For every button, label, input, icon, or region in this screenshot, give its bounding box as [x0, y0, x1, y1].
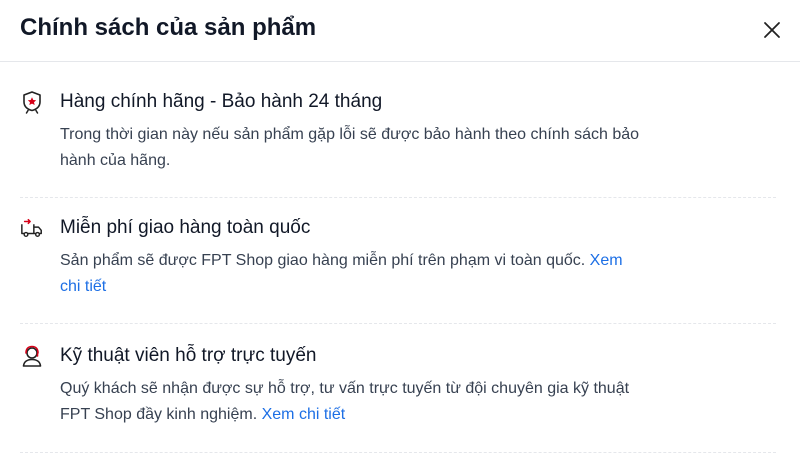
- policy-description: Sản phẩm sẽ được FPT Shop giao hàng miễn…: [20, 248, 776, 300]
- policy-desc-line: FPT Shop đầy kinh nghiệm.: [60, 406, 258, 423]
- policy-genuine: Hàng chính hãng - Bảo hành 24 tháng Tron…: [20, 88, 776, 174]
- divider: [20, 197, 776, 198]
- policy-free-shipping: Miễn phí giao hàng toàn quốc Sản phẩm sẽ…: [20, 214, 776, 300]
- support-agent-icon: [20, 344, 44, 368]
- policy-description: Quý khách sẽ nhận được sự hỗ trợ, tư vấn…: [20, 376, 776, 428]
- policy-online-support: Kỹ thuật viên hỗ trợ trực tuyến Quý khác…: [20, 342, 776, 428]
- policy-desc-line: Sản phẩm sẽ được FPT Shop giao hàng miễn…: [60, 252, 586, 269]
- divider: [20, 323, 776, 324]
- dialog-title: Chính sách của sản phẩm: [20, 14, 317, 41]
- policy-title: Kỹ thuật viên hỗ trợ trực tuyến: [60, 345, 317, 366]
- policy-description: Trong thời gian này nếu sản phẩm gặp lỗi…: [20, 122, 776, 174]
- see-details-link[interactable]: Xem chi tiết: [262, 406, 346, 423]
- badge-star-icon: [20, 90, 44, 114]
- divider: [20, 452, 776, 453]
- policy-title: Hàng chính hãng - Bảo hành 24 tháng: [60, 91, 383, 112]
- policy-title: Miễn phí giao hàng toàn quốc: [60, 217, 311, 238]
- close-button[interactable]: [758, 16, 786, 44]
- policy-desc-line: hành của hãng.: [60, 152, 171, 169]
- policy-dialog: Chính sách của sản phẩm Hàng chính hãng …: [0, 0, 800, 467]
- close-icon: [764, 22, 780, 38]
- policy-desc-line: Trong thời gian này nếu sản phẩm gặp lỗi…: [60, 126, 640, 143]
- delivery-truck-icon: [20, 216, 44, 240]
- dialog-header: Chính sách của sản phẩm: [0, 0, 800, 62]
- policy-desc-line: Quý khách sẽ nhận được sự hỗ trợ, tư vấn…: [60, 380, 630, 397]
